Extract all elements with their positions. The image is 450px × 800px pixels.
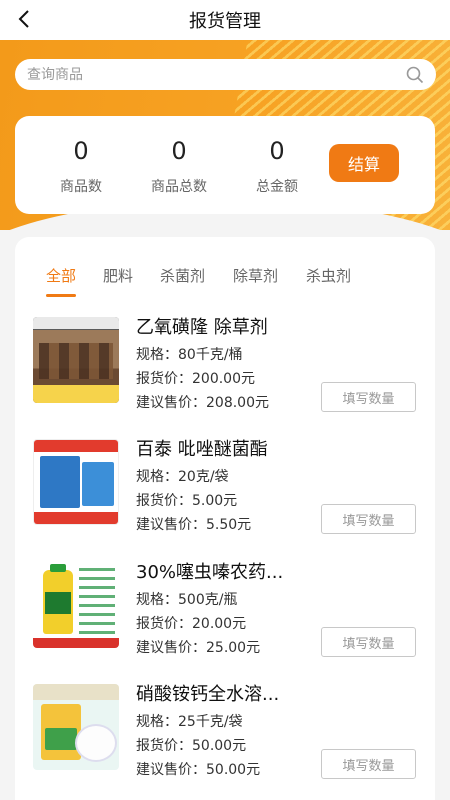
product-suggested-price: 建议售价：25.00元 xyxy=(136,640,261,656)
summary-card: 0 商品数 0 商品总数 0 总金额 结算 xyxy=(15,116,435,214)
product-spec: 规格：500克/瓶 xyxy=(136,592,238,608)
product-image xyxy=(33,439,119,525)
back-arrow-icon[interactable] xyxy=(14,8,36,30)
product-name: 30%噻虫嗪农药... xyxy=(136,562,284,583)
stat-label: 总金额 xyxy=(256,179,298,195)
stat-total-amount: 0 总金额 xyxy=(227,134,327,196)
stat-product-count: 0 商品数 xyxy=(31,134,131,196)
stat-value: 0 xyxy=(171,137,187,165)
tab-herbicide[interactable]: 除草剂 xyxy=(233,265,278,286)
stat-value: 0 xyxy=(73,137,89,165)
product-report-price: 报货价：5.00元 xyxy=(136,493,238,509)
product-name: 乙氧磺隆 除草剂 xyxy=(136,317,268,338)
product-report-price: 报货价：50.00元 xyxy=(136,738,247,754)
product-item: 乙氧磺隆 除草剂 规格：80千克/桶 报货价：200.00元 建议售价：208.… xyxy=(15,317,435,417)
stat-value: 0 xyxy=(269,137,285,165)
product-item: 百泰 吡唑醚菌酯 规格：20克/袋 报货价：5.00元 建议售价：5.50元 填… xyxy=(15,439,435,539)
tab-fertilizer[interactable]: 肥料 xyxy=(103,265,133,286)
product-image xyxy=(33,684,119,770)
tab-insecticide[interactable]: 杀虫剂 xyxy=(306,265,351,286)
stat-total-quantity: 0 商品总数 xyxy=(129,134,229,196)
category-tabs: 全部 肥料 杀菌剂 除草剂 杀虫剂 xyxy=(15,265,435,297)
product-spec: 规格：80千克/桶 xyxy=(136,347,243,363)
fill-quantity-button[interactable]: 填写数量 xyxy=(321,627,416,657)
product-report-price: 报货价：200.00元 xyxy=(136,371,255,387)
product-image xyxy=(33,317,119,403)
product-suggested-price: 建议售价：50.00元 xyxy=(136,762,261,778)
product-name: 硝酸铵钙全水溶... xyxy=(136,684,280,705)
stat-label: 商品数 xyxy=(60,179,102,195)
fill-quantity-button[interactable]: 填写数量 xyxy=(321,382,416,412)
product-image xyxy=(33,562,119,648)
nav-bar: 报货管理 xyxy=(0,0,450,40)
search-icon[interactable] xyxy=(406,66,424,84)
product-name: 百泰 吡唑醚菌酯 xyxy=(136,439,268,460)
product-spec: 规格：20克/袋 xyxy=(136,469,229,485)
tab-fungicide[interactable]: 杀菌剂 xyxy=(160,265,205,286)
tab-all[interactable]: 全部 xyxy=(46,265,76,286)
product-item: 硝酸铵钙全水溶... 规格：25千克/袋 报货价：50.00元 建议售价：50.… xyxy=(15,684,435,784)
fill-quantity-button[interactable]: 填写数量 xyxy=(321,504,416,534)
product-item: 30%噻虫嗪农药... 规格：500克/瓶 报货价：20.00元 建议售价：25… xyxy=(15,562,435,662)
settle-button[interactable]: 结算 xyxy=(329,144,399,182)
product-spec: 规格：25千克/袋 xyxy=(136,714,243,730)
fill-quantity-button[interactable]: 填写数量 xyxy=(321,749,416,779)
product-suggested-price: 建议售价：208.00元 xyxy=(136,395,269,411)
active-tab-indicator xyxy=(46,294,76,297)
product-report-price: 报货价：20.00元 xyxy=(136,616,247,632)
product-suggested-price: 建议售价：5.50元 xyxy=(136,517,252,533)
page-title: 报货管理 xyxy=(189,11,261,32)
product-panel: 全部 肥料 杀菌剂 除草剂 杀虫剂 乙氧磺隆 除草剂 规格：80千克/桶 报货价… xyxy=(15,237,435,800)
search-bar[interactable] xyxy=(15,59,436,90)
stat-label: 商品总数 xyxy=(151,179,207,195)
search-input[interactable] xyxy=(27,66,406,83)
